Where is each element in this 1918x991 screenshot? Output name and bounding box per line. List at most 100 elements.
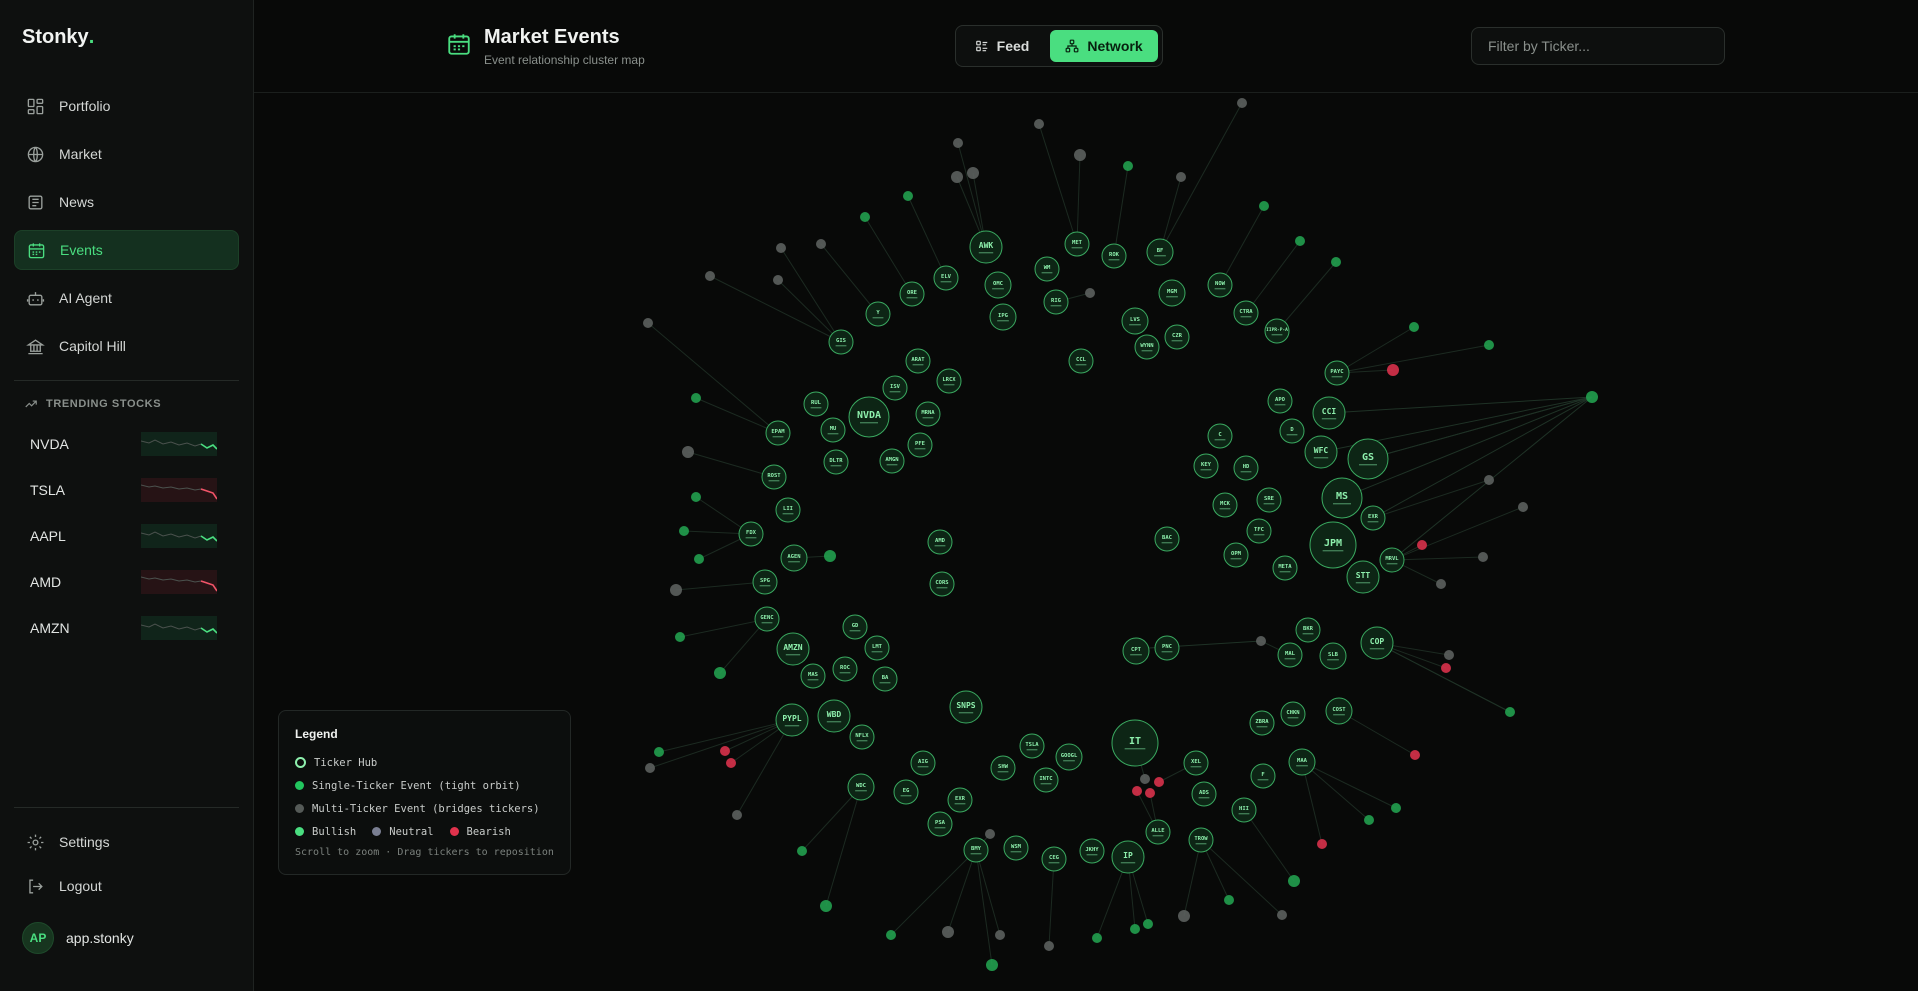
event-node[interactable] bbox=[1288, 875, 1300, 887]
ticker-hub[interactable]: WYNN bbox=[1134, 334, 1160, 360]
event-node[interactable] bbox=[1277, 910, 1287, 920]
event-node[interactable] bbox=[773, 275, 783, 285]
ticker-hub[interactable]: ADS bbox=[1191, 781, 1217, 807]
trending-item-nvda[interactable]: NVDA bbox=[0, 421, 253, 467]
event-node[interactable] bbox=[824, 550, 836, 562]
ticker-hub[interactable]: NVDA bbox=[848, 396, 890, 438]
ticker-hub[interactable]: Y bbox=[865, 301, 891, 327]
event-node[interactable] bbox=[1484, 340, 1494, 350]
ticker-hub[interactable]: ROST bbox=[761, 464, 787, 490]
event-node[interactable] bbox=[1444, 650, 1454, 660]
event-node[interactable] bbox=[986, 959, 998, 971]
nav-item-portfolio[interactable]: Portfolio bbox=[14, 86, 239, 126]
ticker-hub[interactable]: CPT bbox=[1122, 637, 1150, 665]
event-node[interactable] bbox=[714, 667, 726, 679]
ticker-hub[interactable]: ORE bbox=[899, 281, 925, 307]
event-node[interactable] bbox=[1441, 663, 1451, 673]
ticker-hub[interactable]: NOW bbox=[1207, 272, 1233, 298]
event-node[interactable] bbox=[670, 584, 682, 596]
ticker-hub[interactable]: AMGN bbox=[879, 448, 905, 474]
ticker-hub[interactable]: COP bbox=[1360, 626, 1394, 660]
ticker-hub[interactable]: IP bbox=[1111, 840, 1145, 874]
event-node[interactable] bbox=[1391, 803, 1401, 813]
ticker-hub[interactable]: WDC bbox=[847, 773, 875, 801]
ticker-hub[interactable]: APO bbox=[1267, 388, 1293, 414]
ticker-hub[interactable]: LRCX bbox=[936, 368, 962, 394]
nav-item-events[interactable]: Events bbox=[14, 230, 239, 270]
ticker-hub[interactable]: BAC bbox=[1154, 526, 1180, 552]
ticker-hub[interactable]: RIG bbox=[1043, 289, 1069, 315]
ticker-hub[interactable]: IPG bbox=[989, 303, 1017, 331]
event-node[interactable] bbox=[726, 758, 736, 768]
ticker-hub[interactable]: AMZN bbox=[776, 632, 810, 666]
ticker-hub[interactable]: RUL bbox=[803, 391, 829, 417]
event-node[interactable] bbox=[1123, 161, 1133, 171]
ticker-hub[interactable]: OMC bbox=[984, 271, 1012, 299]
ticker-hub[interactable]: CHKN bbox=[1280, 701, 1306, 727]
ticker-hub[interactable]: ISV bbox=[882, 375, 908, 401]
event-node[interactable] bbox=[694, 554, 704, 564]
ticker-hub[interactable]: LMT bbox=[864, 635, 890, 661]
ticker-hub[interactable]: MAL bbox=[1277, 642, 1303, 668]
ticker-hub[interactable]: AMD bbox=[927, 529, 953, 555]
ticker-hub[interactable]: AIG bbox=[910, 750, 936, 776]
event-node[interactable] bbox=[1409, 322, 1419, 332]
ticker-hub[interactable]: SPG bbox=[752, 569, 778, 595]
ticker-hub[interactable]: SNPS bbox=[949, 690, 983, 724]
ticker-hub[interactable]: C bbox=[1207, 423, 1233, 449]
event-node[interactable] bbox=[816, 239, 826, 249]
ticker-hub[interactable]: META bbox=[1272, 555, 1298, 581]
nav-item-ai-agent[interactable]: AI Agent bbox=[14, 278, 239, 318]
ticker-hub[interactable]: HII bbox=[1231, 797, 1257, 823]
ticker-hub[interactable]: STT bbox=[1346, 560, 1380, 594]
event-node[interactable] bbox=[675, 632, 685, 642]
ticker-hub[interactable]: EXR bbox=[947, 787, 973, 813]
event-node[interactable] bbox=[776, 243, 786, 253]
nav-item-market[interactable]: Market bbox=[14, 134, 239, 174]
logout-button[interactable]: Logout bbox=[14, 866, 239, 906]
event-node[interactable] bbox=[643, 318, 653, 328]
ticker-hub[interactable]: NFLX bbox=[849, 724, 875, 750]
event-node[interactable] bbox=[985, 829, 995, 839]
event-node[interactable] bbox=[1387, 364, 1399, 376]
event-node[interactable] bbox=[1586, 391, 1598, 403]
event-node[interactable] bbox=[1331, 257, 1341, 267]
event-node[interactable] bbox=[732, 810, 742, 820]
ticker-hub[interactable]: PFE bbox=[907, 432, 933, 458]
event-node[interactable] bbox=[1143, 919, 1153, 929]
nav-item-news[interactable]: News bbox=[14, 182, 239, 222]
ticker-hub[interactable]: GS bbox=[1347, 438, 1389, 480]
ticker-hub[interactable]: MGM bbox=[1158, 279, 1186, 307]
ticker-hub[interactable]: ROK bbox=[1101, 243, 1127, 269]
ticker-hub[interactable]: BA bbox=[872, 666, 898, 692]
ticker-hub[interactable]: COST bbox=[1325, 697, 1353, 725]
ticker-hub[interactable]: HD bbox=[1233, 455, 1259, 481]
ticker-hub[interactable]: TFC bbox=[1246, 518, 1272, 544]
ticker-hub[interactable]: PSA bbox=[927, 811, 953, 837]
ticker-hub[interactable]: D bbox=[1279, 418, 1305, 444]
ticker-hub[interactable]: IT bbox=[1111, 719, 1159, 767]
event-node[interactable] bbox=[720, 746, 730, 756]
ticker-hub[interactable]: EG bbox=[893, 779, 919, 805]
ticker-hub[interactable]: MET bbox=[1064, 231, 1090, 257]
event-node[interactable] bbox=[691, 393, 701, 403]
event-node[interactable] bbox=[1484, 475, 1494, 485]
event-node[interactable] bbox=[995, 930, 1005, 940]
trending-item-aapl[interactable]: AAPL bbox=[0, 513, 253, 559]
event-node[interactable] bbox=[679, 526, 689, 536]
ticker-hub[interactable]: KEY bbox=[1193, 453, 1219, 479]
event-node[interactable] bbox=[967, 167, 979, 179]
ticker-hub[interactable]: ARAT bbox=[905, 348, 931, 374]
trending-item-tsla[interactable]: TSLA bbox=[0, 467, 253, 513]
ticker-hub[interactable]: MU bbox=[820, 417, 846, 443]
ticker-hub[interactable]: MRNA bbox=[915, 401, 941, 427]
ticker-hub[interactable]: EXR bbox=[1360, 505, 1386, 531]
ticker-hub[interactable]: CTRA bbox=[1233, 300, 1259, 326]
ticker-hub[interactable]: MS bbox=[1321, 477, 1363, 519]
event-node[interactable] bbox=[1478, 552, 1488, 562]
event-node[interactable] bbox=[1085, 288, 1095, 298]
ticker-hub[interactable]: ZBRA bbox=[1249, 710, 1275, 736]
ticker-hub[interactable]: AGEN bbox=[780, 544, 808, 572]
event-node[interactable] bbox=[705, 271, 715, 281]
ticker-hub[interactable]: SHW bbox=[990, 755, 1016, 781]
